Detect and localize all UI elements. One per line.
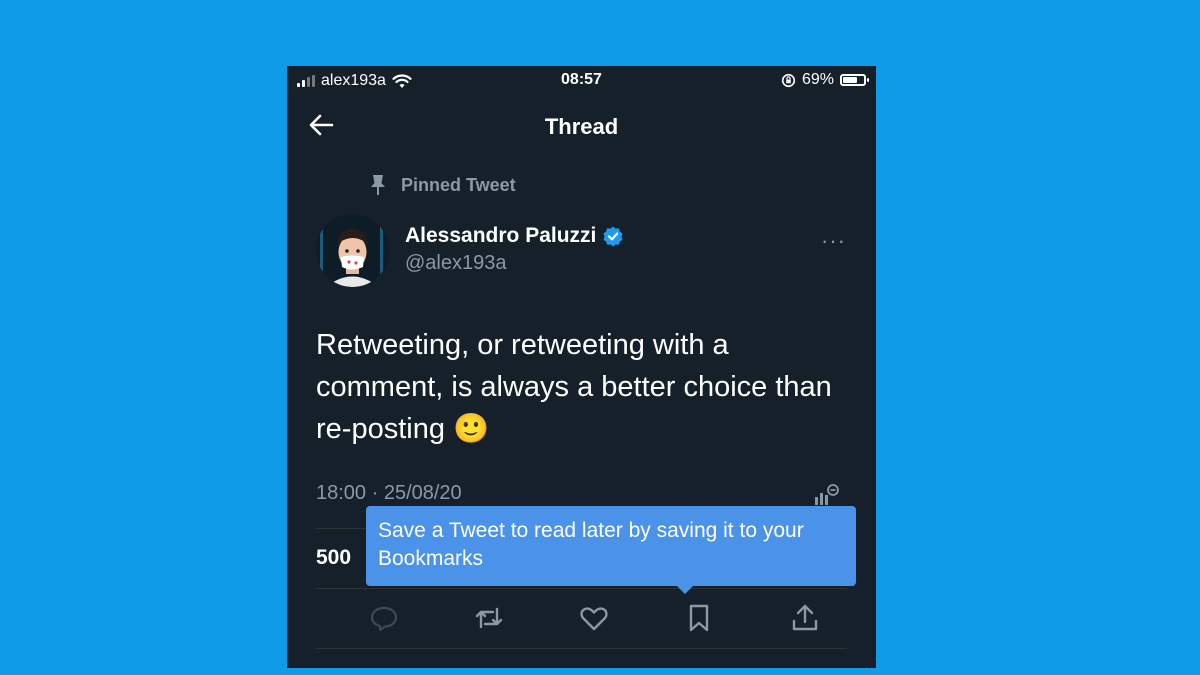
author-name-text: Alessandro Paluzzi bbox=[405, 224, 597, 247]
divider bbox=[316, 648, 847, 649]
bookmark-icon[interactable] bbox=[683, 602, 715, 634]
divider bbox=[316, 588, 847, 589]
rotation-lock-icon bbox=[781, 73, 796, 87]
tweet-timestamp[interactable]: 18:00 · 25/08/20 bbox=[316, 482, 462, 505]
tooltip-arrow bbox=[676, 585, 694, 594]
more-options-icon[interactable]: ··· bbox=[821, 228, 846, 254]
verified-badge-icon bbox=[603, 226, 623, 247]
bookmark-tooltip[interactable]: Save a Tweet to read later by saving it … bbox=[366, 506, 856, 586]
tweet-text: Retweeting, or retweeting with a comment… bbox=[316, 329, 832, 445]
retweet-count[interactable]: 500 bbox=[316, 546, 351, 570]
pinned-indicator: Pinned Tweet bbox=[369, 174, 516, 196]
battery-percent: 69% bbox=[801, 71, 834, 88]
author-name[interactable]: Alessandro Paluzzi bbox=[405, 224, 624, 248]
reply-icon[interactable] bbox=[368, 602, 400, 634]
status-bar: alex193a 08:57 69% bbox=[287, 66, 876, 96]
tweet-actions bbox=[316, 602, 847, 638]
page-title: Thread bbox=[544, 114, 619, 139]
tooltip-text: Save a Tweet to read later by saving it … bbox=[378, 519, 804, 570]
pin-icon bbox=[371, 175, 385, 195]
share-icon[interactable] bbox=[789, 602, 821, 634]
battery-icon bbox=[840, 74, 869, 86]
pinned-label: Pinned Tweet bbox=[401, 174, 516, 195]
author-handle[interactable]: @alex193a bbox=[405, 252, 506, 275]
like-icon[interactable] bbox=[578, 602, 610, 634]
view-analytics-icon[interactable] bbox=[814, 484, 840, 506]
avatar-illustration bbox=[316, 214, 389, 287]
status-right: 69% bbox=[781, 71, 869, 89]
thread-header: Thread bbox=[287, 104, 876, 148]
retweet-icon[interactable] bbox=[473, 602, 505, 634]
avatar[interactable] bbox=[316, 214, 389, 287]
